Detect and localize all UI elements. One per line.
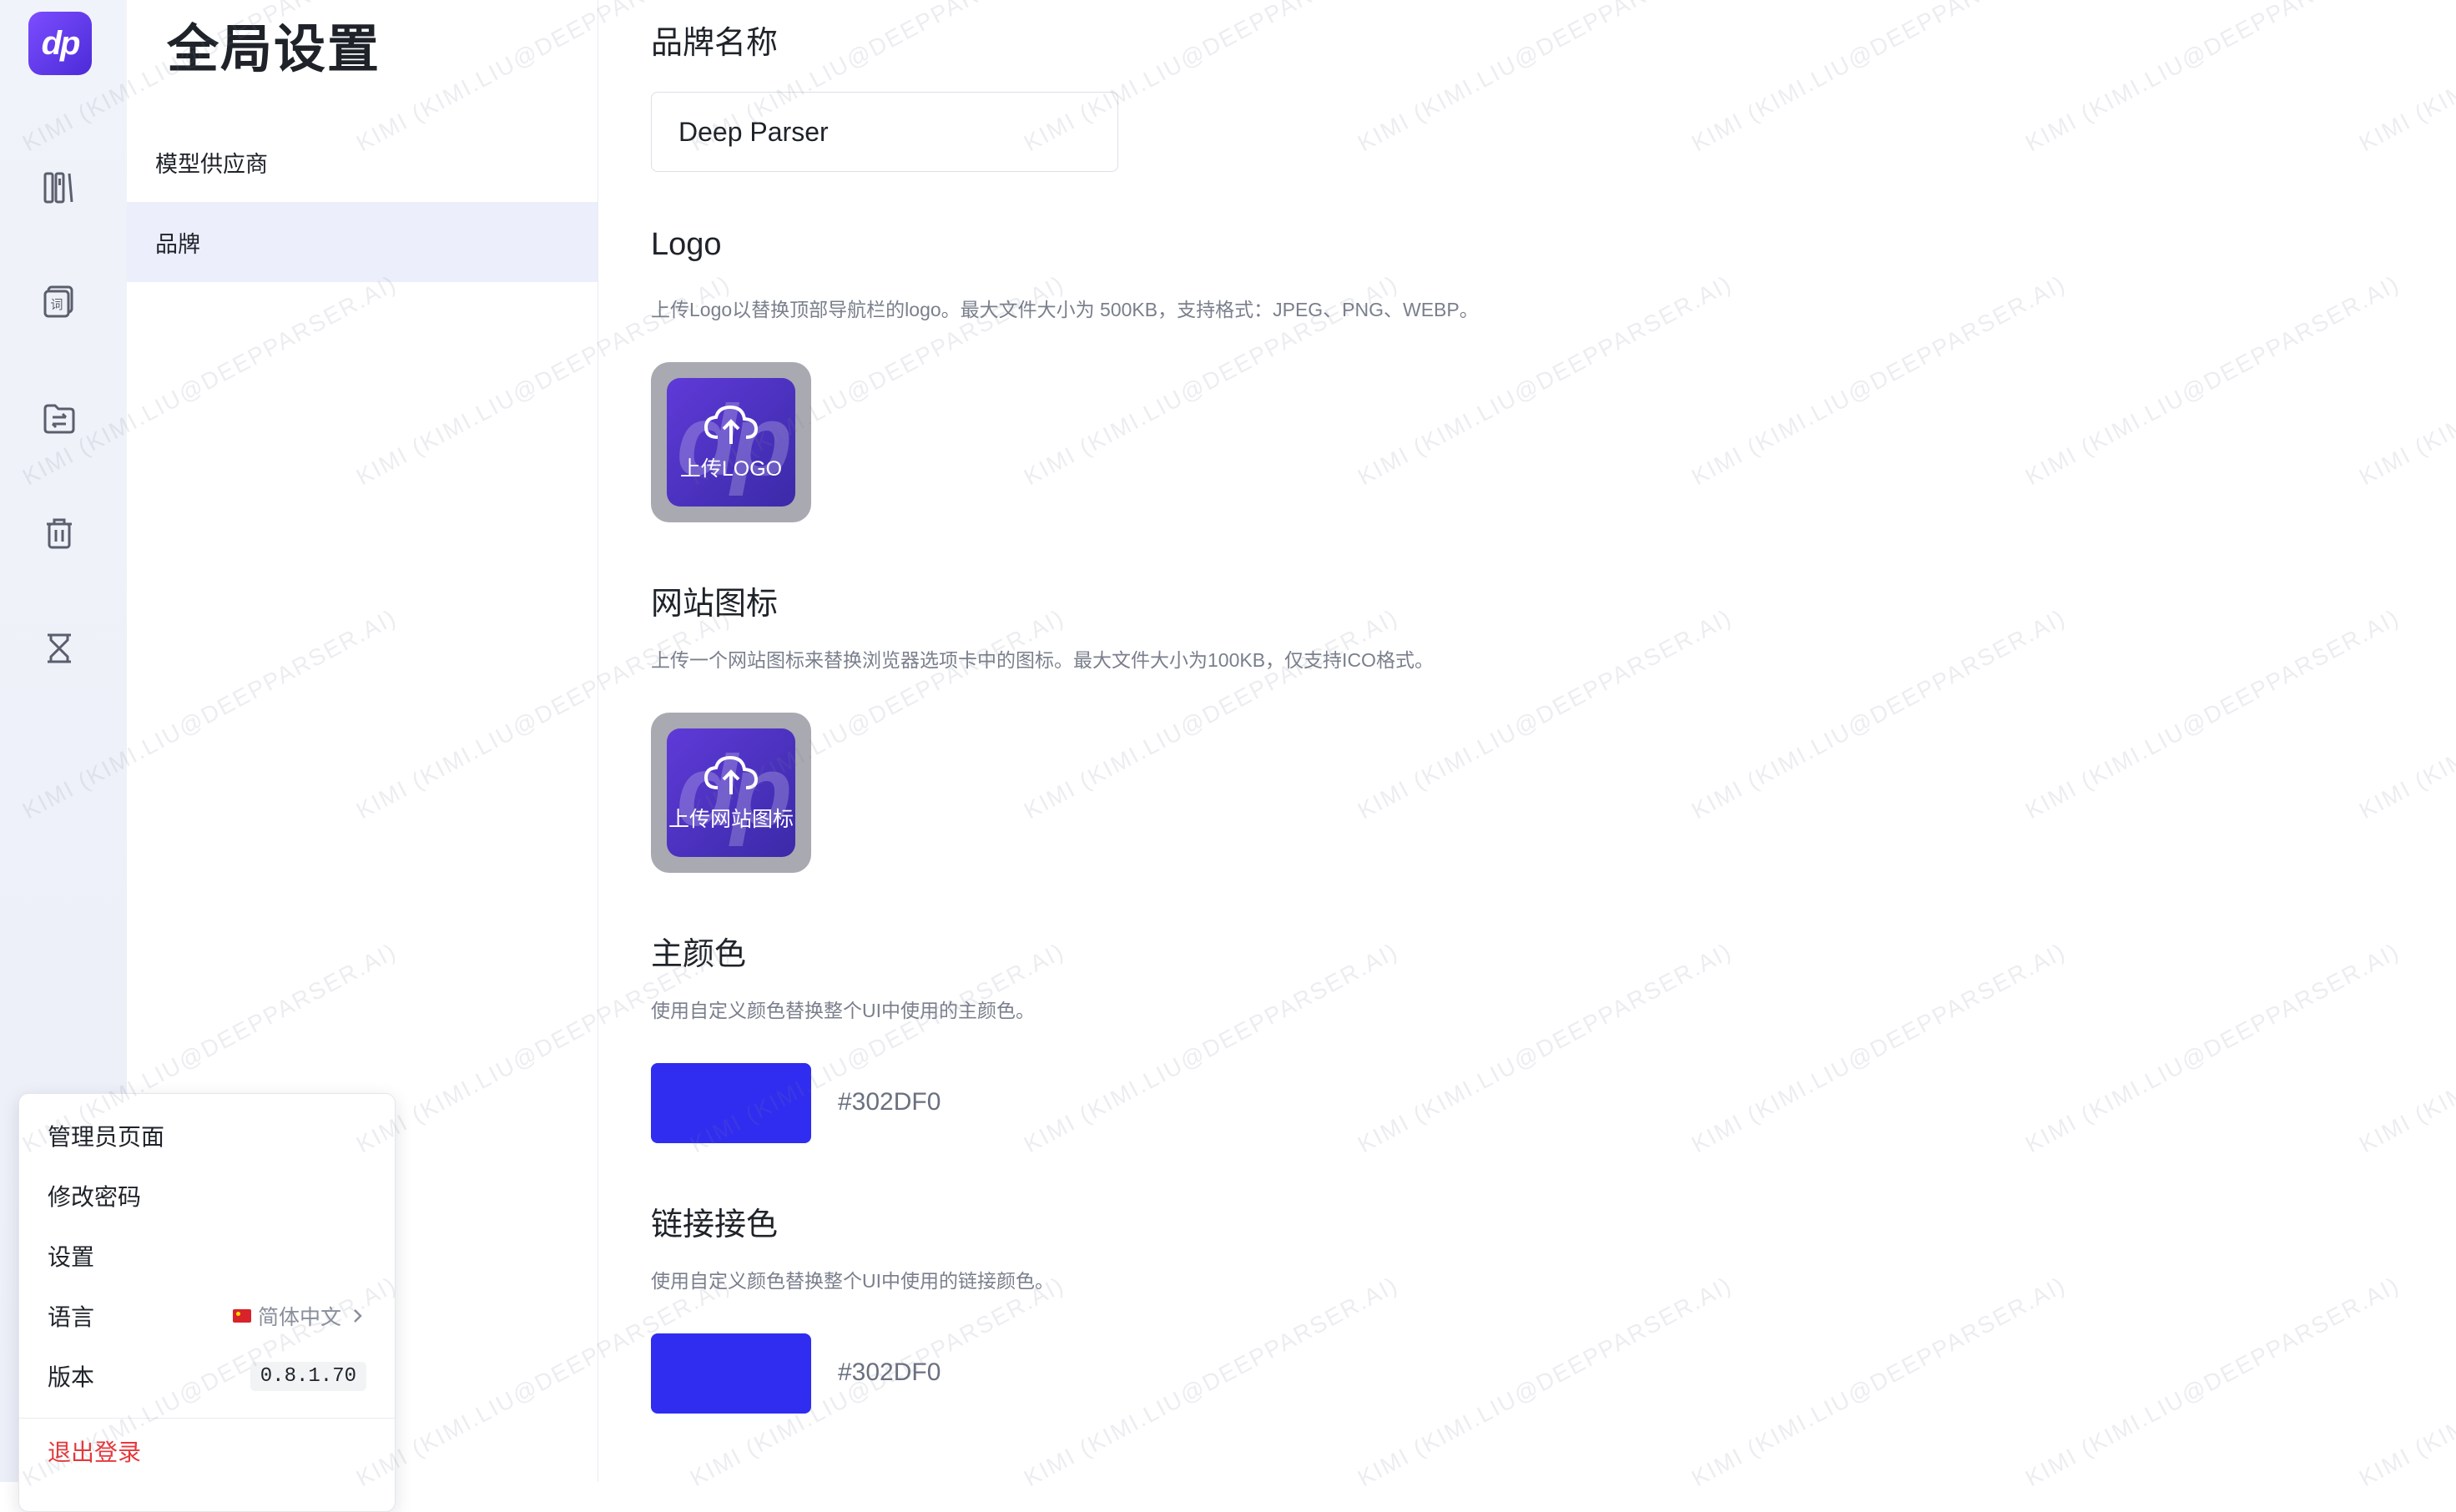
svg-text:词: 词: [50, 297, 63, 312]
language-selector[interactable]: 简体中文: [232, 1301, 366, 1331]
cloud-upload-icon: [704, 755, 759, 794]
library-icon[interactable]: [40, 169, 78, 207]
primary-color-description: 使用自定义颜色替换整个UI中使用的主颜色。: [651, 1000, 1035, 1021]
brand-settings-panel: 品牌名称 Logo 上传Logo以替换顶部导航栏的logo。最大文件大小为 50…: [598, 0, 2456, 1482]
favicon-upload-label: 上传网站图标: [668, 808, 794, 831]
link-color-title: 链接接色: [651, 1207, 779, 1242]
favicon-title: 网站图标: [651, 587, 779, 622]
favicon-upload-preview: dp 上传网站图标: [667, 728, 795, 857]
menu-item-language[interactable]: 语言 简体中文: [19, 1286, 395, 1346]
china-flag-icon: [232, 1309, 251, 1323]
logo-upload-label: 上传LOGO: [679, 457, 783, 481]
favicon-description: 上传一个网站图标来替换浏览器选项卡中的图标。最大文件大小为100KB，仅支持IC…: [651, 649, 1434, 671]
app-logo[interactable]: dp: [28, 12, 92, 75]
menu-item-version: 版本 0.8.1.70: [19, 1346, 395, 1406]
trash-icon[interactable]: [40, 514, 78, 552]
brand-name-input[interactable]: [651, 92, 1118, 172]
menu-divider: [19, 1418, 395, 1419]
logout-label: 退出登录: [48, 1439, 142, 1465]
cloud-upload-icon: [704, 405, 759, 444]
menu-item-admin-page-label: 管理员页面: [48, 1124, 165, 1150]
menu-item-change-password[interactable]: 修改密码: [19, 1166, 395, 1226]
primary-color-title: 主颜色: [651, 937, 747, 972]
logout-button[interactable]: 退出登录: [19, 1421, 395, 1481]
glossary-icon[interactable]: 词: [40, 282, 78, 320]
primary-color-swatch[interactable]: [651, 1063, 811, 1143]
link-color-hex: #302DF0: [838, 1358, 941, 1386]
hourglass-icon[interactable]: [40, 629, 78, 668]
language-value: 简体中文: [257, 1306, 341, 1329]
brand-name-title: 品牌名称: [651, 26, 779, 61]
nav-item-model-providers[interactable]: 模型供应商: [127, 122, 598, 202]
nav-item-brand[interactable]: 品牌: [127, 202, 598, 282]
folder-transfer-icon[interactable]: [40, 399, 78, 437]
logo-title: Logo: [651, 227, 722, 262]
page-title: 全局设置: [167, 21, 381, 78]
menu-item-admin-page[interactable]: 管理员页面: [19, 1106, 395, 1166]
menu-item-settings-label: 设置: [48, 1244, 95, 1270]
menu-item-language-label: 语言: [48, 1304, 95, 1330]
menu-item-change-password-label: 修改密码: [48, 1184, 142, 1210]
link-color-description: 使用自定义颜色替换整个UI中使用的链接颜色。: [651, 1270, 1054, 1292]
chevron-right-icon: [354, 1309, 362, 1323]
logo-description: 上传Logo以替换顶部导航栏的logo。最大文件大小为 500KB，支持格式：J…: [651, 299, 1479, 320]
primary-color-hex: #302DF0: [838, 1088, 941, 1116]
user-menu-popup: 管理员页面 修改密码 设置 语言 简体中文 版本 0.8.1.70 退出登录: [18, 1093, 396, 1512]
menu-item-version-label: 版本: [48, 1364, 95, 1390]
version-badge: 0.8.1.70: [250, 1361, 366, 1391]
logo-upload-preview: dp 上传LOGO: [667, 378, 795, 507]
favicon-upload-button[interactable]: dp 上传网站图标: [651, 713, 811, 873]
logo-upload-button[interactable]: dp 上传LOGO: [651, 362, 811, 522]
menu-item-settings[interactable]: 设置: [19, 1226, 395, 1286]
link-color-swatch[interactable]: [651, 1333, 811, 1414]
